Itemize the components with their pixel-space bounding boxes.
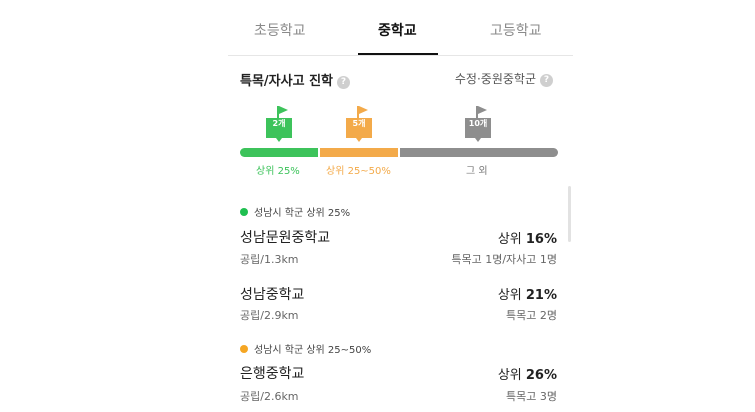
bar-label-other: 그 외 [466, 166, 488, 177]
flag-count: 2개 [272, 119, 286, 128]
group-label: 성남시 학군 상위 25% [254, 208, 351, 219]
admission-detail: 특목고 3명 [506, 390, 557, 403]
school-type-distance: 공립/2.9km [240, 309, 299, 322]
flag-marker-other: 10개 [465, 106, 499, 142]
tab-elementary[interactable]: 초등학교 [254, 20, 306, 40]
flag-count: 5개 [352, 119, 366, 128]
section-title-text: 특목/자사고 진학 [240, 74, 333, 89]
help-icon[interactable]: ? [540, 74, 553, 87]
orange-dot-icon [240, 345, 248, 353]
school-district-label: 수정·중원중학군? [455, 70, 553, 87]
school-panel: 초등학교 중학교 고등학교 특목/자사고 진학? 수정·중원중학군? 2개 5개 [228, 0, 573, 412]
rank-prefix: 상위 [497, 368, 522, 383]
flag-marker-top25: 2개 [266, 106, 300, 142]
group-label: 성남시 학군 상위 25~50% [254, 345, 372, 356]
rank-value: 26% [525, 368, 557, 383]
bar-segment-top50 [320, 148, 398, 157]
flag-marker-top50: 5개 [346, 106, 380, 142]
rank-prefix: 상위 [497, 288, 522, 303]
percentile-bar [240, 148, 558, 157]
active-tab-indicator [358, 53, 438, 55]
school-type-distance: 공립/2.6km [240, 390, 299, 403]
bar-segment-other [400, 148, 558, 157]
school-district-text: 수정·중원중학군 [454, 72, 536, 86]
tab-middle[interactable]: 중학교 [378, 20, 417, 40]
help-icon[interactable]: ? [337, 76, 350, 89]
school-name[interactable]: 성남문원중학교 [240, 227, 330, 247]
flag-count: 10개 [468, 119, 488, 128]
tab-high[interactable]: 고등학교 [490, 20, 542, 40]
bar-label-top50: 상위 25~50% [326, 166, 391, 177]
school-type-distance: 공립/1.3km [240, 253, 299, 266]
school-rank: 상위 26% [498, 364, 557, 383]
school-name[interactable]: 은행중학교 [240, 363, 304, 383]
green-dot-icon [240, 208, 248, 216]
school-rank: 상위 16% [498, 228, 557, 247]
bar-segment-top25 [240, 148, 318, 157]
school-level-tabs: 초등학교 중학교 고등학교 [228, 0, 573, 56]
school-name[interactable]: 성남중학교 [240, 284, 304, 304]
admission-detail: 특목고 1명/자사고 1명 [451, 253, 557, 266]
rank-prefix: 상위 [497, 232, 522, 247]
scrollbar[interactable] [568, 186, 571, 242]
group-header-top50: 성남시 학군 상위 25~50% [240, 341, 371, 356]
school-rank: 상위 21% [498, 284, 557, 303]
rank-value: 21% [525, 288, 557, 303]
admission-detail: 특목고 2명 [506, 309, 557, 322]
group-header-top25: 성남시 학군 상위 25% [240, 204, 350, 219]
bar-label-top25: 상위 25% [256, 166, 300, 177]
rank-value: 16% [525, 232, 557, 247]
section-title: 특목/자사고 진학? [240, 70, 350, 89]
